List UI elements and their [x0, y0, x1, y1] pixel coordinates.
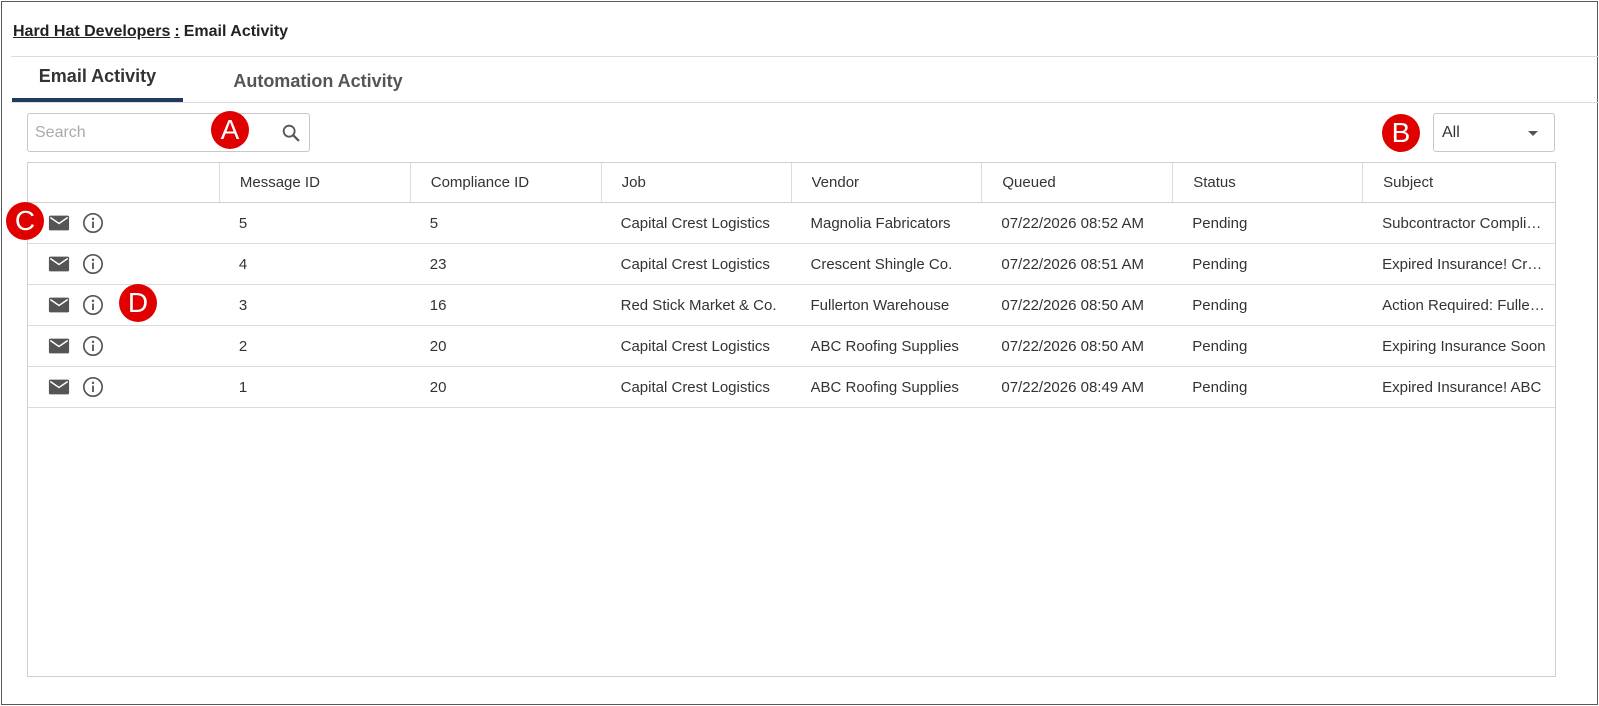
- row-actions: [28, 203, 219, 243]
- table-row[interactable]: 4 23 Capital Crest Logistics Crescent Sh…: [28, 244, 1555, 285]
- cell-status: Pending: [1192, 378, 1248, 396]
- breadcrumb-company-link[interactable]: Hard Hat Developers: [13, 23, 170, 41]
- cell-job: Capital Crest Logistics: [620, 214, 770, 232]
- info-icon[interactable]: [82, 212, 104, 234]
- cell-vendor: ABC Roofing Supplies: [810, 337, 959, 355]
- cell-message-id: 4: [238, 255, 248, 273]
- tab-bar: Email Activity Automation Activity: [12, 58, 453, 103]
- cell-subject: Expired Insurance! Crescent: [1382, 255, 1547, 273]
- tab-automation-activity[interactable]: Automation Activity: [183, 58, 453, 102]
- cell-subject: Expiring Insurance Soon: [1382, 337, 1546, 355]
- cell-status: Pending: [1192, 214, 1248, 232]
- header-divider: [11, 56, 1599, 57]
- cell-queued: 07/22/2026 08:51 AM: [1001, 255, 1144, 273]
- info-icon[interactable]: [82, 376, 104, 398]
- envelope-icon[interactable]: [48, 253, 70, 275]
- table-row[interactable]: 2 20 Capital Crest Logistics ABC Roofing…: [28, 326, 1555, 367]
- search-box: [27, 113, 310, 152]
- column-header-queued[interactable]: Queued: [981, 163, 1172, 202]
- annotation-badge-d: D: [119, 284, 157, 322]
- breadcrumb: Hard Hat Developers : Email Activity: [13, 21, 288, 43]
- column-header-actions: [28, 163, 219, 202]
- annotation-badge-c: C: [6, 202, 44, 240]
- cell-compliance-id: 23: [429, 255, 447, 273]
- info-icon[interactable]: [82, 294, 104, 316]
- info-icon[interactable]: [82, 253, 104, 275]
- cell-queued: 07/22/2026 08:52 AM: [1001, 214, 1144, 232]
- cell-job: Red Stick Market & Co.: [620, 296, 777, 314]
- cell-job: Capital Crest Logistics: [620, 255, 770, 273]
- cell-vendor: Crescent Shingle Co.: [810, 255, 953, 273]
- cell-vendor: ABC Roofing Supplies: [810, 378, 959, 396]
- breadcrumb-separator: :: [174, 23, 180, 40]
- table-row[interactable]: 5 5 Capital Crest Logistics Magnolia Fab…: [28, 203, 1555, 244]
- column-header-vendor[interactable]: Vendor: [790, 163, 982, 202]
- envelope-icon[interactable]: [48, 376, 70, 398]
- cell-queued: 07/22/2026 08:50 AM: [1001, 296, 1144, 314]
- cell-compliance-id: 20: [429, 337, 447, 355]
- status-filter-value: All: [1442, 123, 1460, 141]
- cell-status: Pending: [1192, 296, 1248, 314]
- cell-message-id: 2: [238, 337, 248, 355]
- envelope-icon[interactable]: [48, 294, 70, 316]
- info-icon[interactable]: [82, 335, 104, 357]
- breadcrumb-current-page: Email Activity: [183, 23, 289, 40]
- cell-status: Pending: [1192, 337, 1248, 355]
- column-header-status[interactable]: Status: [1172, 163, 1362, 202]
- cell-job: Capital Crest Logistics: [620, 337, 770, 355]
- tab-email-activity[interactable]: Email Activity: [12, 58, 183, 102]
- cell-message-id: 1: [238, 378, 248, 396]
- cell-compliance-id: 20: [429, 378, 447, 396]
- cell-status: Pending: [1192, 255, 1248, 273]
- table-row[interactable]: 1 20 Capital Crest Logistics ABC Roofing…: [28, 367, 1555, 408]
- email-activity-grid: Message ID Compliance ID Job Vendor Queu…: [27, 162, 1556, 677]
- status-filter-select[interactable]: All: [1433, 113, 1555, 152]
- cell-job: Capital Crest Logistics: [620, 378, 770, 396]
- grid-header: Message ID Compliance ID Job Vendor Queu…: [28, 163, 1555, 203]
- cell-message-id: 3: [238, 296, 248, 314]
- cell-compliance-id: 5: [429, 214, 439, 232]
- cell-queued: 07/22/2026 08:50 AM: [1001, 337, 1144, 355]
- cell-vendor: Magnolia Fabricators: [810, 214, 951, 232]
- tabs-divider: [11, 102, 1599, 103]
- cell-message-id: 5: [238, 214, 248, 232]
- cell-compliance-id: 16: [429, 296, 447, 314]
- column-header-compliance-id[interactable]: Compliance ID: [409, 163, 601, 202]
- cell-subject: Subcontractor Compliance: [1382, 214, 1547, 232]
- cell-vendor: Fullerton Warehouse: [810, 296, 950, 314]
- envelope-icon[interactable]: [48, 335, 70, 357]
- cell-queued: 07/22/2026 08:49 AM: [1001, 378, 1144, 396]
- column-header-message-id[interactable]: Message ID: [218, 163, 410, 202]
- row-actions: [28, 326, 219, 366]
- search-icon[interactable]: [280, 122, 302, 144]
- app-frame: Hard Hat Developers : Email Activity Ema…: [1, 1, 1599, 705]
- row-actions: [28, 244, 219, 284]
- row-actions: [28, 367, 219, 407]
- cell-subject: Expired Insurance! ABC: [1382, 378, 1542, 396]
- table-row[interactable]: 3 16 Red Stick Market & Co. Fullerton Wa…: [28, 285, 1555, 326]
- chevron-down-icon: [1528, 131, 1538, 136]
- envelope-icon[interactable]: [48, 212, 70, 234]
- column-header-subject[interactable]: Subject: [1362, 163, 1555, 202]
- column-header-job[interactable]: Job: [600, 163, 791, 202]
- annotation-badge-b: B: [1382, 114, 1420, 152]
- cell-subject: Action Required: Fullerton: [1382, 296, 1547, 314]
- annotation-badge-a: A: [211, 111, 249, 149]
